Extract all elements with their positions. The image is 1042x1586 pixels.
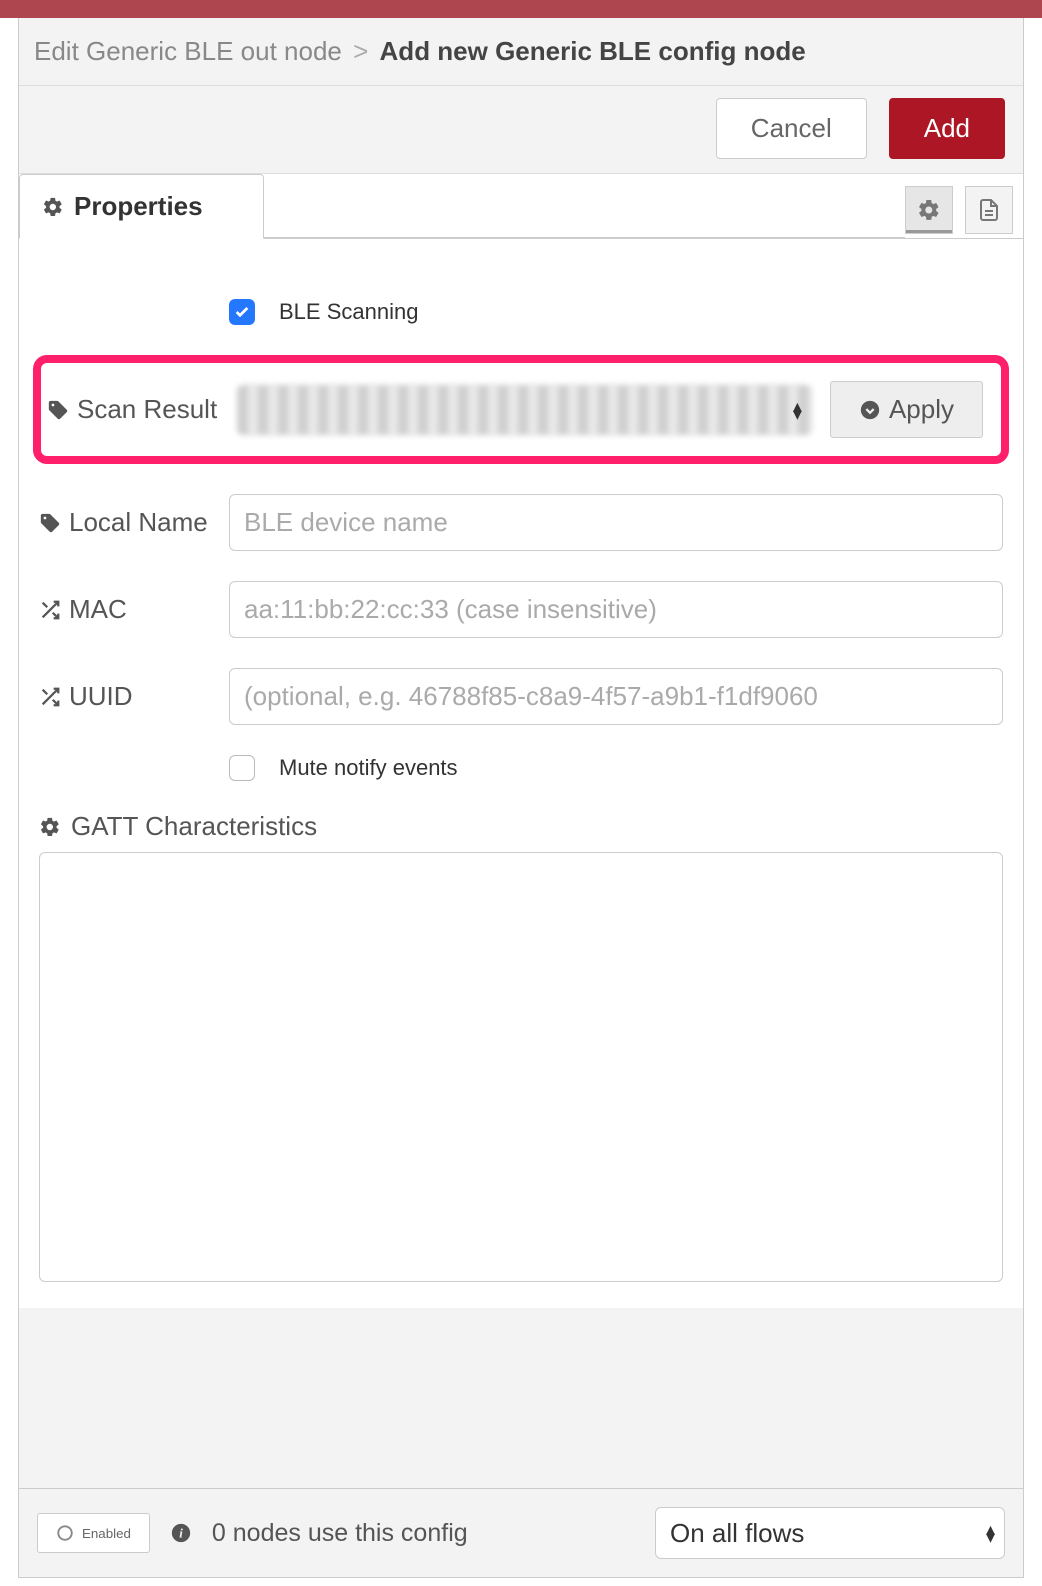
circle-icon	[56, 1524, 74, 1542]
tab-icon-buttons	[905, 174, 1023, 238]
gear-icon	[39, 816, 61, 838]
local-name-label: Local Name	[39, 507, 211, 538]
shuffle-icon	[39, 686, 61, 708]
tab-properties-label: Properties	[74, 191, 203, 222]
uuid-row: UUID	[39, 668, 1003, 725]
local-name-input[interactable]	[229, 494, 1003, 551]
properties-form: BLE Scanning Scan Result ▴▾ Apply	[19, 239, 1023, 1308]
breadcrumb-current: Add new Generic BLE config node	[380, 36, 806, 66]
mac-row: MAC	[39, 581, 1003, 638]
file-text-icon	[977, 198, 1001, 222]
action-bar: Cancel Add	[19, 86, 1023, 174]
scan-result-select-wrap: ▴▾	[237, 385, 812, 435]
scope-select[interactable]: On all flows	[655, 1507, 1005, 1559]
gatt-label: GATT Characteristics	[39, 811, 1003, 842]
breadcrumb: Edit Generic BLE out node > Add new Gene…	[19, 18, 1023, 86]
local-name-row: Local Name	[39, 494, 1003, 551]
tab-properties[interactable]: Properties	[19, 174, 264, 239]
ble-scanning-checkbox[interactable]	[229, 299, 255, 325]
config-edit-panel: Edit Generic BLE out node > Add new Gene…	[18, 18, 1024, 1578]
scan-result-select[interactable]	[237, 385, 812, 435]
gatt-textarea[interactable]	[39, 852, 1003, 1282]
ble-scanning-label: BLE Scanning	[279, 299, 418, 325]
mute-checkbox[interactable]	[229, 755, 255, 781]
gatt-section: GATT Characteristics	[39, 811, 1003, 1288]
uuid-input[interactable]	[229, 668, 1003, 725]
tag-icon	[39, 512, 61, 534]
breadcrumb-separator: >	[353, 36, 368, 66]
scope-select-wrap: On all flows ▴▾	[655, 1507, 1005, 1559]
chevron-down-circle-icon	[859, 399, 881, 421]
gear-icon	[917, 198, 941, 222]
mac-label: MAC	[39, 594, 211, 625]
mute-row: Mute notify events	[39, 755, 1003, 781]
enabled-toggle[interactable]: Enabled	[37, 1513, 150, 1553]
settings-tab-button[interactable]	[905, 186, 953, 234]
apply-button[interactable]: Apply	[830, 381, 983, 438]
window-titlebar	[0, 0, 1042, 18]
mute-label: Mute notify events	[279, 755, 458, 781]
mac-input[interactable]	[229, 581, 1003, 638]
tabs: Properties	[19, 174, 1023, 239]
svg-text:i: i	[179, 1527, 183, 1541]
breadcrumb-prev[interactable]: Edit Generic BLE out node	[34, 36, 342, 66]
info-icon: i	[170, 1522, 192, 1544]
scan-result-label: Scan Result	[47, 394, 219, 425]
add-button[interactable]: Add	[889, 98, 1005, 159]
cancel-button[interactable]: Cancel	[716, 98, 867, 159]
footer-bar: Enabled i 0 nodes use this config On all…	[19, 1488, 1023, 1577]
uuid-label: UUID	[39, 681, 211, 712]
ble-scanning-row: BLE Scanning	[39, 299, 1003, 325]
docs-tab-button[interactable]	[965, 186, 1013, 234]
shuffle-icon	[39, 599, 61, 621]
usage-text: 0 nodes use this config	[212, 1519, 635, 1548]
gear-icon	[42, 196, 64, 218]
tag-icon	[47, 399, 69, 421]
scan-result-row: Scan Result ▴▾ Apply	[33, 355, 1009, 464]
